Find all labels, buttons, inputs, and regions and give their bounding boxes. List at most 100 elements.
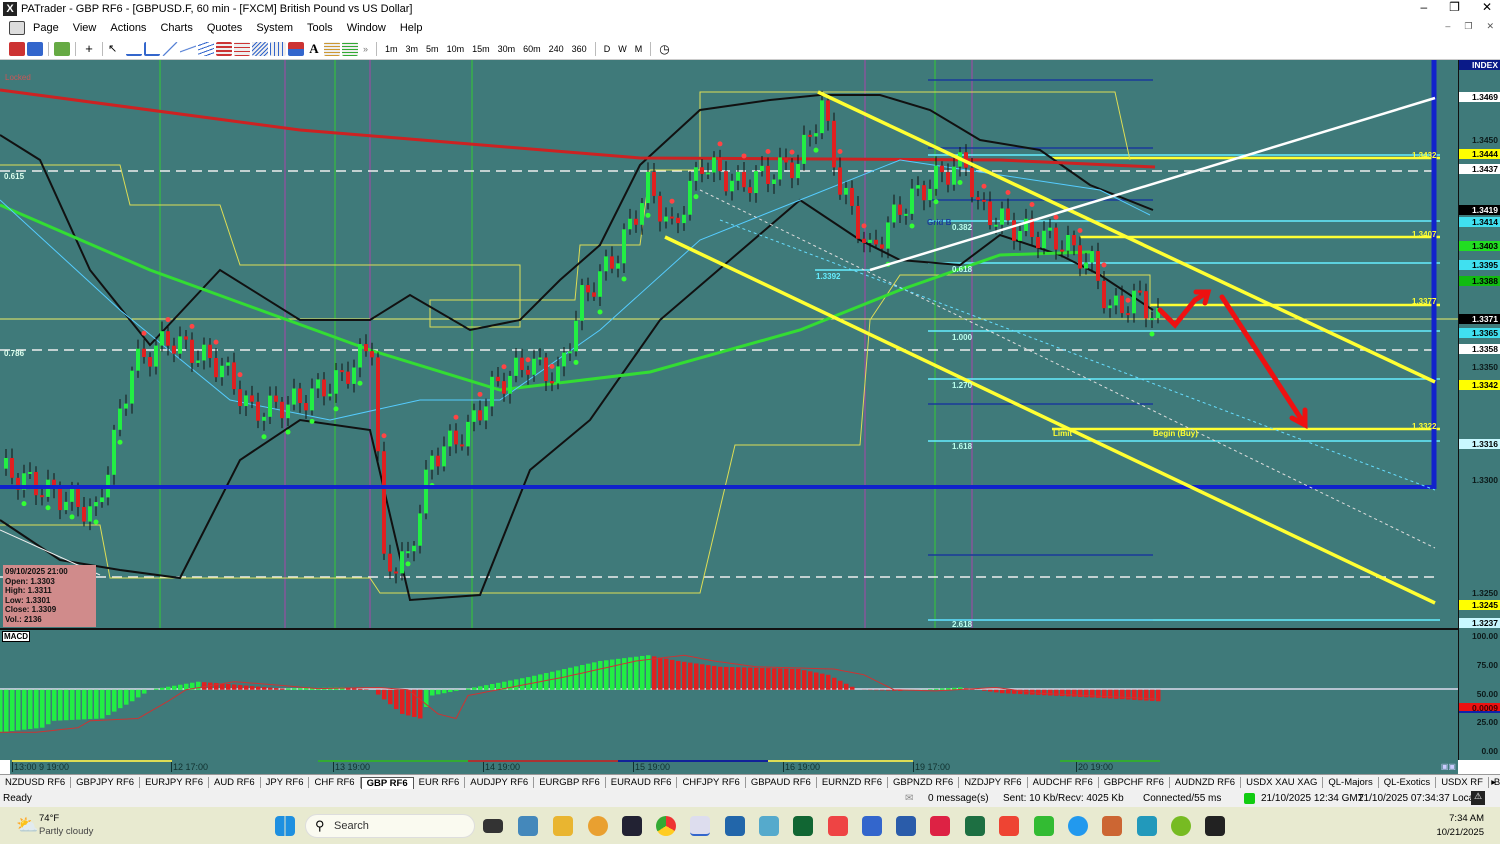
symbol-tab[interactable]: GBPCHF RF6 (1099, 777, 1170, 788)
rectangle-icon[interactable] (288, 42, 304, 56)
scroll-handle[interactable] (0, 760, 10, 774)
buy-sell-icon[interactable] (9, 42, 25, 56)
symbol-tab[interactable]: GBPAUD RF6 (746, 777, 817, 788)
symbol-tab[interactable]: CHF RF6 (309, 777, 361, 788)
symbol-tab[interactable]: CHFJPY RF6 (677, 777, 746, 788)
weather-icon[interactable]: ⛅ (16, 815, 38, 836)
mdi-close-button[interactable]: ✕ (1486, 21, 1494, 32)
symbol-tab[interactable]: NZDJPY RF6 (959, 777, 1028, 788)
symbol-tab[interactable]: AUD RF6 (209, 777, 261, 788)
symbol-tab[interactable]: USDX XAU XAG (1241, 777, 1324, 788)
trendline-icon[interactable] (162, 42, 178, 56)
more-tools-button[interactable]: » (359, 44, 372, 54)
fib-extension-icon[interactable] (234, 42, 250, 56)
period-weekly[interactable]: W (614, 44, 631, 54)
symbol-tab[interactable]: GBP RF6 (360, 776, 414, 789)
symbol-tab[interactable]: NZDUSD RF6 (0, 777, 72, 788)
horizontal-line-icon[interactable] (126, 42, 142, 56)
gann-icon[interactable] (252, 42, 268, 56)
message-icon[interactable]: ✉ (905, 793, 913, 804)
symbol-tab[interactable]: JPY RF6 (261, 777, 310, 788)
symbol-tab[interactable]: USDX RF (1436, 777, 1489, 788)
symbol-tab[interactable]: EURAUD RF6 (606, 777, 678, 788)
vertical-line-icon[interactable] (144, 42, 160, 56)
app-c-green-icon[interactable] (1034, 816, 1054, 836)
menu-help[interactable]: Help (393, 22, 430, 34)
menu-quotes[interactable]: Quotes (200, 22, 249, 34)
menu-page[interactable]: Page (26, 22, 66, 34)
timeframe-30m[interactable]: 30m (494, 44, 520, 54)
task-view-icon[interactable] (483, 819, 503, 833)
symbol-tab[interactable]: QL-Majors (1323, 777, 1379, 788)
mdi-minimize-button[interactable]: – (1445, 21, 1450, 32)
cycle-lines-icon[interactable] (270, 42, 286, 56)
terminal-icon[interactable] (622, 816, 642, 836)
app-dark-icon[interactable] (1205, 816, 1225, 836)
menu-system[interactable]: System (249, 22, 300, 34)
levels-icon[interactable] (324, 42, 340, 56)
fan-icon[interactable] (180, 42, 196, 56)
indicators-icon[interactable] (54, 42, 70, 56)
trading-app-icon[interactable] (793, 816, 813, 836)
menu-view[interactable]: View (66, 22, 104, 34)
app-s-red-icon[interactable] (828, 816, 848, 836)
symbol-tab[interactable]: EUR RF6 (414, 777, 466, 788)
timeframe-360[interactable]: 360 (568, 44, 591, 54)
symbol-tab[interactable]: EURJPY RF6 (140, 777, 209, 788)
warning-icon[interactable]: ⚠ (1471, 791, 1485, 805)
clock-icon[interactable]: ◷ (655, 42, 673, 56)
timeframe-10m[interactable]: 10m (443, 44, 469, 54)
period-daily[interactable]: D (600, 44, 615, 54)
price-chart[interactable]: Locked 0.615 0.786 0.382 0.618 1.000 1.2… (0, 60, 1458, 628)
symbol-tab[interactable]: EURGBP RF6 (534, 777, 606, 788)
pointer-icon[interactable]: ↖ (108, 42, 124, 56)
menu-tools[interactable]: Tools (300, 22, 340, 34)
windows-start-icon[interactable] (275, 816, 295, 836)
patrader-icon[interactable] (690, 816, 710, 836)
symbol-tab[interactable]: AUDCHF RF6 (1028, 777, 1099, 788)
timeframe-1m[interactable]: 1m (381, 44, 402, 54)
tabs-scroll-right-icon[interactable]: ▸ (1491, 777, 1496, 788)
word-icon[interactable] (896, 816, 916, 836)
symbol-tab[interactable]: GBPNZD RF6 (888, 777, 960, 788)
menu-actions[interactable]: Actions (103, 22, 153, 34)
menu-charts[interactable]: Charts (153, 22, 199, 34)
menu-window[interactable]: Window (340, 22, 393, 34)
levels-green-icon[interactable] (342, 42, 358, 56)
fibonacci-icon[interactable] (216, 42, 232, 56)
app-s-blue-icon[interactable] (862, 816, 882, 836)
symbol-tab[interactable]: AUDNZD RF6 (1170, 777, 1242, 788)
timeframe-240[interactable]: 240 (545, 44, 568, 54)
telegram-icon[interactable] (1068, 816, 1088, 836)
maximize-button[interactable]: ❐ (1449, 0, 1460, 14)
app-w-icon[interactable] (1171, 816, 1191, 836)
screenshot-icon[interactable] (759, 816, 779, 836)
period-monthly[interactable]: M (631, 44, 647, 54)
price-axis[interactable]: INDEX 1.3469 1.3450 1.3444 1.3437 1.3419 1.34… (1458, 60, 1500, 760)
app-icon-2[interactable] (1102, 816, 1122, 836)
mdi-restore-button[interactable]: ❐ (1464, 21, 1472, 32)
panel-buttons-icon[interactable]: ▣▣ (1441, 762, 1456, 771)
text-tool-icon[interactable]: A (306, 42, 322, 56)
close-button[interactable]: ✕ (1482, 0, 1492, 14)
order-icon[interactable] (27, 42, 43, 56)
notes-icon[interactable] (725, 816, 745, 836)
file-explorer-icon[interactable] (553, 816, 573, 836)
app-c-red-icon[interactable] (999, 816, 1019, 836)
app-icon[interactable] (588, 816, 608, 836)
timeframe-5m[interactable]: 5m (422, 44, 443, 54)
symbol-tab[interactable]: GBPJPY RF6 (71, 777, 141, 788)
symbol-tab[interactable]: EURNZD RF6 (817, 777, 888, 788)
app-icon-3[interactable] (1137, 816, 1157, 836)
excel-icon[interactable] (965, 816, 985, 836)
minimize-button[interactable]: – (1420, 0, 1427, 14)
timeframe-60m[interactable]: 60m (519, 44, 545, 54)
macd-panel[interactable]: MACD (0, 628, 1458, 760)
timeframe-15m[interactable]: 15m (468, 44, 494, 54)
chrome-icon[interactable] (656, 816, 676, 836)
timeframe-3m[interactable]: 3m (402, 44, 423, 54)
taskbar-search[interactable]: ⚲ Search (305, 814, 475, 838)
crosshair-icon[interactable]: + (81, 42, 97, 56)
symbol-tab[interactable]: AUDJPY RF6 (465, 777, 535, 788)
channel-icon[interactable] (198, 42, 214, 56)
